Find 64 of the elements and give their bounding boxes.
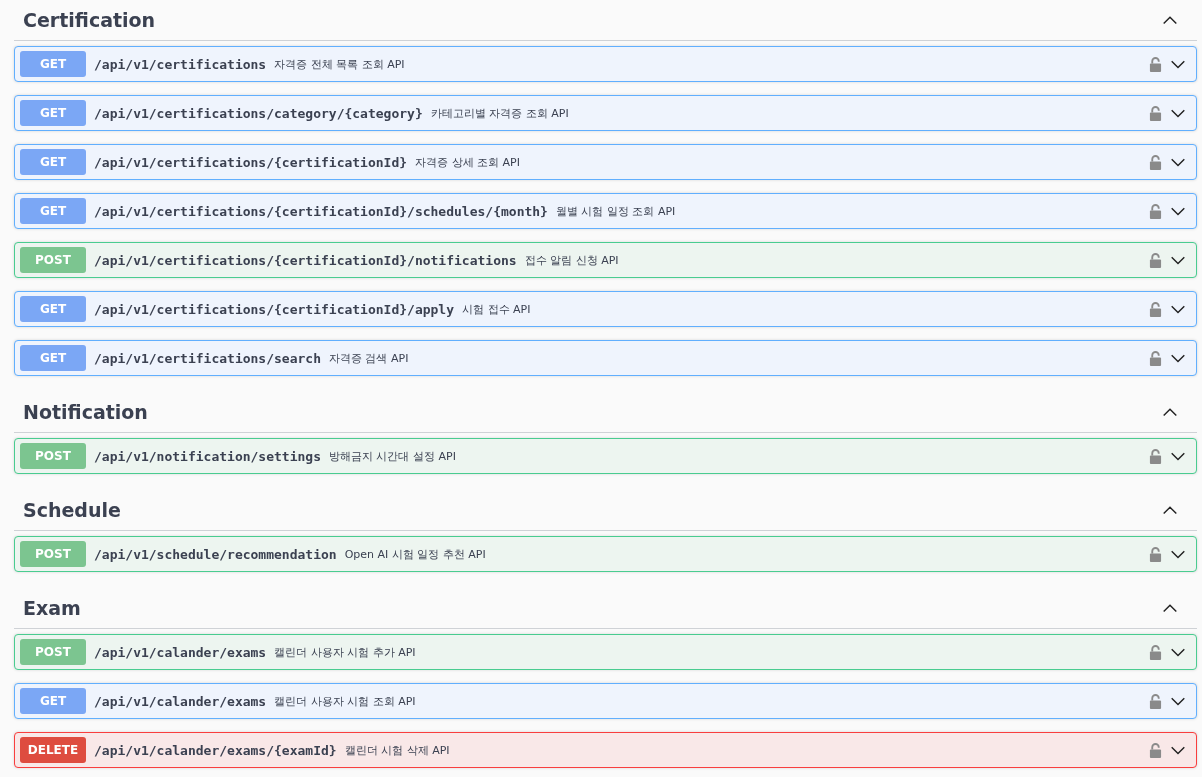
endpoint-summary: 캘린더 시험 삭제 API bbox=[344, 742, 450, 758]
endpoint-path: /api/v1/calander/exams bbox=[94, 644, 267, 660]
endpoint-row[interactable]: GET /api/v1/certifications/{certificationId} 자격증 상세 조회 API bbox=[14, 144, 1197, 180]
lock-icon[interactable] bbox=[1149, 742, 1162, 758]
lock-icon[interactable] bbox=[1149, 154, 1162, 170]
section-title[interactable]: Exam bbox=[23, 597, 1161, 619]
endpoint-row[interactable]: GET /api/v1/certifications/{certificationId}/apply 시험 접수 API bbox=[14, 291, 1197, 327]
endpoint-row[interactable]: POST /api/v1/notification/settings 방해금지 시간대 설정 API bbox=[14, 438, 1197, 474]
endpoint-path: /api/v1/certifications/search bbox=[94, 350, 321, 366]
endpoint-path: /api/v1/certifications bbox=[94, 56, 267, 72]
lock-icon[interactable] bbox=[1149, 203, 1162, 219]
endpoint-row[interactable]: GET /api/v1/calander/exams 캘린더 사용자 시험 조회 API bbox=[14, 683, 1197, 719]
endpoint-summary: 캘린더 사용자 시험 추가 API bbox=[274, 644, 416, 660]
endpoint-row[interactable]: GET /api/v1/certifications/category/{category} 카테고리별 자격증 조회 API bbox=[14, 95, 1197, 131]
endpoint-path: /api/v1/certifications/{certificationId}/apply bbox=[94, 301, 455, 317]
method-badge: DELETE bbox=[20, 737, 86, 763]
endpoint-path: /api/v1/certifications/category/{category} bbox=[94, 105, 423, 121]
method-badge: POST bbox=[20, 443, 86, 469]
endpoint-summary: 캘린더 사용자 시험 조회 API bbox=[274, 693, 416, 709]
method-badge: GET bbox=[20, 296, 86, 322]
lock-icon[interactable] bbox=[1149, 252, 1162, 268]
endpoint-path: /api/v1/notification/settings bbox=[94, 448, 321, 464]
method-badge: GET bbox=[20, 149, 86, 175]
endpoint-path: /api/v1/certifications/{certificationId}/schedules/{month} bbox=[94, 203, 548, 219]
method-badge: POST bbox=[20, 541, 86, 567]
endpoint-path: /api/v1/calander/exams/{examId} bbox=[94, 742, 337, 758]
endpoint-summary: 접수 알림 신청 API bbox=[524, 252, 619, 268]
method-badge: GET bbox=[20, 51, 86, 77]
lock-icon[interactable] bbox=[1149, 546, 1162, 562]
endpoint-row[interactable]: POST /api/v1/certifications/{certificationId}/notifications 접수 알림 신청 API bbox=[14, 242, 1197, 278]
endpoint-summary: 자격증 검색 API bbox=[329, 350, 409, 366]
endpoint-row[interactable]: DELETE /api/v1/calander/exams/{examId} 캘린더 시험 삭제 API bbox=[14, 732, 1197, 768]
lock-icon[interactable] bbox=[1149, 448, 1162, 464]
method-badge: GET bbox=[20, 345, 86, 371]
endpoint-row[interactable]: GET /api/v1/certifications/search 자격증 검색 API bbox=[14, 340, 1197, 376]
lock-icon[interactable] bbox=[1149, 693, 1162, 709]
endpoint-path: /api/v1/schedule/recommendation bbox=[94, 546, 337, 562]
endpoint-summary: 자격증 상세 조회 API bbox=[415, 154, 520, 170]
section-title[interactable]: Certification bbox=[23, 9, 1161, 31]
method-badge: GET bbox=[20, 198, 86, 224]
endpoint-summary: 월별 시험 일정 조회 API bbox=[555, 203, 676, 219]
method-badge: GET bbox=[20, 688, 86, 714]
lock-icon[interactable] bbox=[1149, 105, 1162, 121]
endpoint-summary: Open AI 시험 일정 추천 API bbox=[344, 546, 486, 562]
endpoint-summary: 시험 접수 API bbox=[462, 301, 531, 317]
endpoint-path: /api/v1/calander/exams bbox=[94, 693, 267, 709]
endpoint-path: /api/v1/certifications/{certificationId} bbox=[94, 154, 408, 170]
lock-icon[interactable] bbox=[1149, 350, 1162, 366]
lock-icon[interactable] bbox=[1149, 56, 1162, 72]
endpoint-row[interactable]: POST /api/v1/schedule/recommendation Open AI 시험 일정 추천 API bbox=[14, 536, 1197, 572]
endpoint-row[interactable]: POST /api/v1/calander/exams 캘린더 사용자 시험 추가 API bbox=[14, 634, 1197, 670]
method-badge: GET bbox=[20, 100, 86, 126]
section-title[interactable]: Schedule bbox=[23, 499, 1161, 521]
method-badge: POST bbox=[20, 639, 86, 665]
endpoint-summary: 방해금지 시간대 설정 API bbox=[329, 448, 456, 464]
endpoint-row[interactable]: GET /api/v1/certifications/{certificationId}/schedules/{month} 월별 시험 일정 조회 API bbox=[14, 193, 1197, 229]
section-title[interactable]: Notification bbox=[23, 401, 1161, 423]
endpoint-summary: 카테고리별 자격증 조회 API bbox=[430, 105, 569, 121]
endpoint-path: /api/v1/certifications/{certificationId}/notifications bbox=[94, 252, 517, 268]
lock-icon[interactable] bbox=[1149, 644, 1162, 660]
method-badge: POST bbox=[20, 247, 86, 273]
endpoint-row[interactable]: GET /api/v1/certifications 자격증 전체 목록 조회 API bbox=[14, 46, 1197, 82]
lock-icon[interactable] bbox=[1149, 301, 1162, 317]
endpoint-summary: 자격증 전체 목록 조회 API bbox=[274, 56, 405, 72]
